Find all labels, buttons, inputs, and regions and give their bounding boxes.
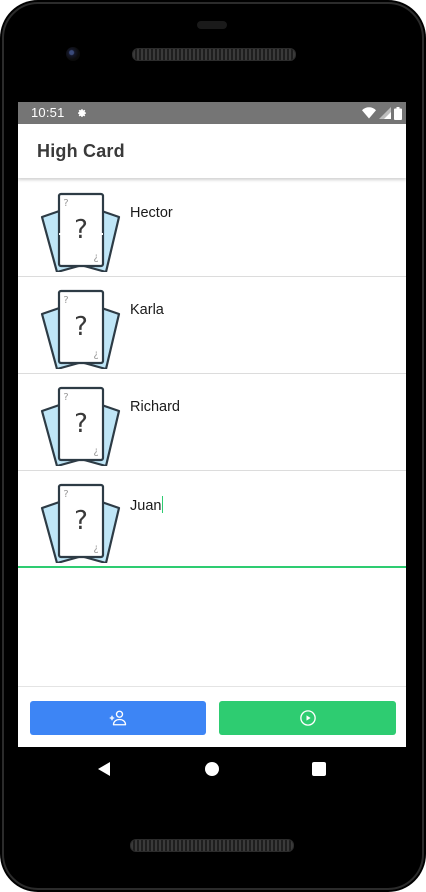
earpiece <box>197 21 227 29</box>
svg-text:?: ? <box>63 295 68 306</box>
status-bar: 10:51 <box>18 102 406 124</box>
svg-text:¿: ¿ <box>93 252 98 263</box>
status-icons <box>362 106 402 120</box>
player-name: Juan <box>130 498 162 514</box>
player-name-input[interactable]: Juan <box>130 496 164 514</box>
player-row[interactable]: ? ? ¿ Hector <box>18 180 406 277</box>
svg-text:?: ? <box>74 215 88 245</box>
svg-text:?: ? <box>74 506 88 536</box>
front-camera <box>66 47 80 61</box>
play-circle-icon <box>299 710 316 726</box>
action-bar <box>18 686 406 748</box>
text-cursor <box>162 496 164 513</box>
svg-text:?: ? <box>63 198 68 209</box>
svg-text:?: ? <box>74 409 88 439</box>
app-bar: High Card <box>18 124 406 178</box>
battery-icon <box>394 106 402 120</box>
svg-text:¿: ¿ <box>93 543 98 554</box>
player-name[interactable]: Karla <box>130 302 164 318</box>
add-player-button[interactable] <box>30 701 206 735</box>
home-icon[interactable] <box>205 762 219 776</box>
player-name[interactable]: Hector <box>130 205 173 221</box>
player-row[interactable]: ? ? ¿ Juan <box>18 471 406 568</box>
status-time: 10:51 <box>31 105 65 120</box>
navigation-bar <box>18 747 406 790</box>
player-row[interactable]: ? ? ¿ Richard <box>18 374 406 471</box>
mystery-card-icon: ? ? ¿ <box>40 483 121 563</box>
page-title: High Card <box>37 141 125 161</box>
top-speaker-grille <box>132 48 296 61</box>
svg-text:¿: ¿ <box>93 349 98 360</box>
svg-text:?: ? <box>74 312 88 342</box>
player-name[interactable]: Richard <box>130 399 180 415</box>
app-screen: 10:51 High Card ? ? ¿ Hector ? ? ¿ Karla… <box>18 102 406 790</box>
mystery-card-icon: ? ? ¿ <box>40 386 121 466</box>
bottom-speaker-grille <box>130 839 294 852</box>
play-button[interactable] <box>219 701 396 735</box>
svg-text:?: ? <box>63 489 68 500</box>
signal-icon <box>379 107 391 119</box>
mystery-card-icon: ? ? ¿ <box>40 192 121 272</box>
svg-text:¿: ¿ <box>93 446 98 457</box>
svg-text:?: ? <box>63 392 68 403</box>
phone-frame: 10:51 High Card ? ? ¿ Hector ? ? ¿ Karla… <box>0 0 426 892</box>
wifi-icon <box>362 107 376 119</box>
recents-icon[interactable] <box>312 762 326 776</box>
mystery-card-icon: ? ? ¿ <box>40 289 121 369</box>
add-person-icon <box>109 710 127 726</box>
player-list: ? ? ¿ Hector ? ? ¿ Karla ? ? ¿ Richard ?… <box>18 180 406 568</box>
player-row[interactable]: ? ? ¿ Karla <box>18 277 406 374</box>
back-icon[interactable] <box>97 761 111 777</box>
gear-icon <box>78 109 86 118</box>
